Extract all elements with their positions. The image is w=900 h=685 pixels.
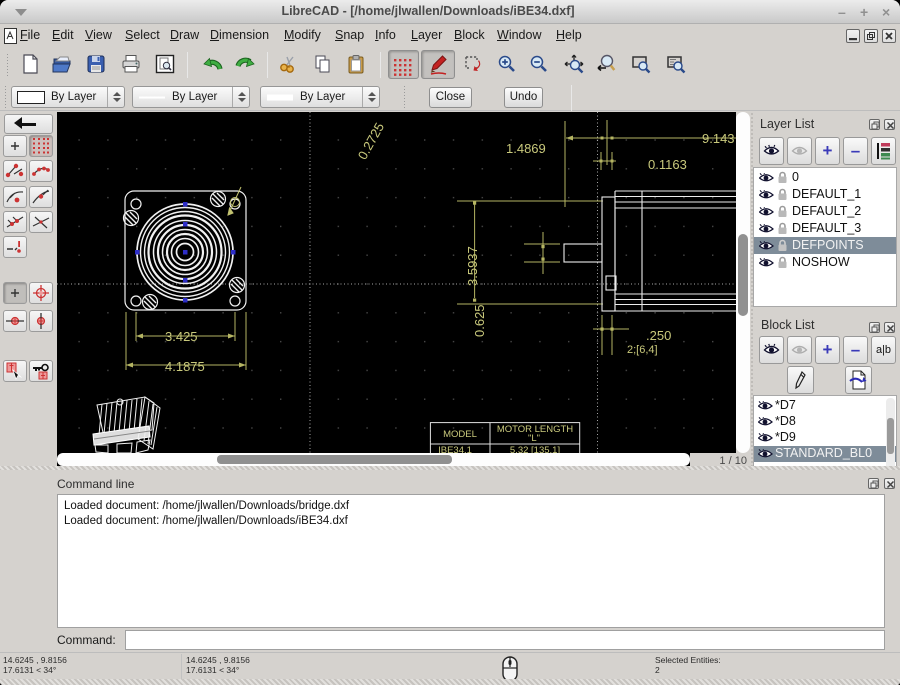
svg-text:0.1163: 0.1163 [648, 157, 687, 172]
svg-text:"L": "L" [528, 433, 540, 444]
svg-text:3.425: 3.425 [165, 329, 198, 344]
svg-text:9.143: 9.143 [702, 131, 735, 146]
svg-text:4.1875: 4.1875 [165, 359, 205, 374]
svg-text:3.5937: 3.5937 [465, 246, 480, 286]
svg-text:IBE34.1: IBE34.1 [438, 445, 472, 453]
svg-text:0.625: 0.625 [472, 304, 487, 337]
svg-text:MODEL: MODEL [443, 429, 477, 440]
svg-text:1.4869: 1.4869 [506, 141, 546, 156]
svg-text:2;[6,4]: 2;[6,4] [627, 344, 658, 356]
svg-text:.250: .250 [646, 328, 671, 343]
svg-text:5.32 [135.1]: 5.32 [135.1] [510, 445, 560, 453]
